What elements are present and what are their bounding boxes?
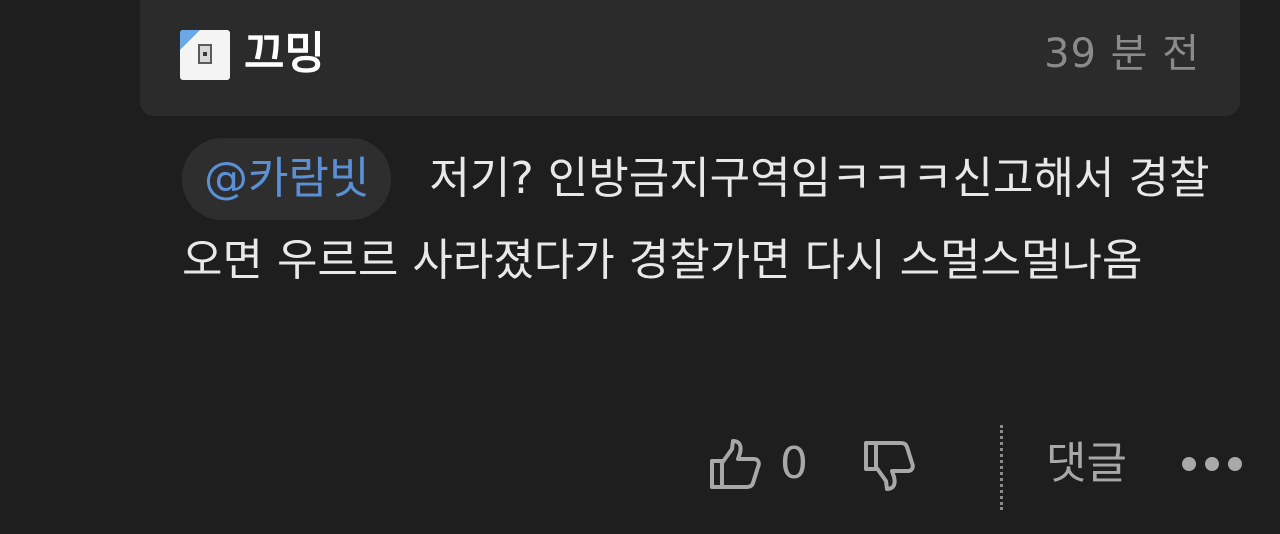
thumbs-down-icon xyxy=(864,441,915,491)
author-name[interactable]: 끄밍 xyxy=(244,26,325,82)
thumbs-up-icon xyxy=(710,439,761,489)
action-divider xyxy=(1000,425,1003,510)
reply-button[interactable]: 댓글 xyxy=(1046,435,1127,493)
door-icon xyxy=(198,44,212,64)
like-button[interactable] xyxy=(706,435,764,493)
action-bar: 0 댓글 xyxy=(0,425,1280,510)
more-dot xyxy=(1205,457,1219,471)
more-horizontal-icon[interactable] xyxy=(1182,439,1242,489)
dislike-button[interactable] xyxy=(860,437,918,495)
avatar-corner xyxy=(180,30,200,50)
avatar[interactable] xyxy=(180,30,230,80)
more-dot xyxy=(1182,457,1196,471)
timestamp: 39 분 전 xyxy=(1044,31,1200,77)
like-count: 0 xyxy=(780,438,808,489)
comment-body: @카람빗 저기? 인방금지구역임ㅋㅋㅋ신고해서 경찰오면 우르르 사라졌다가 경찰… xyxy=(182,138,1222,302)
comment-header: 끄밍 39 분 전 xyxy=(140,0,1240,116)
comment-screen: 끄밍 39 분 전 @카람빗 저기? 인방금지구역임ㅋㅋㅋ신고해서 경찰오면 우르… xyxy=(0,0,1280,534)
mention-chip[interactable]: @카람빗 xyxy=(182,138,392,220)
more-dot xyxy=(1228,457,1242,471)
